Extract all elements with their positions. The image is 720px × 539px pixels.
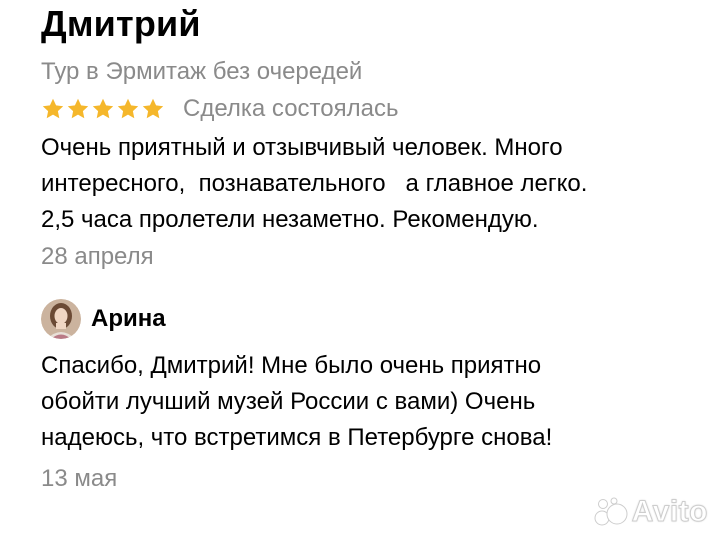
avatar[interactable]: [41, 299, 81, 339]
review-date: 28 апреля: [41, 243, 154, 270]
review-text: Очень приятный и отзывчивый человек. Мно…: [41, 134, 588, 233]
avito-logo-icon: [594, 497, 628, 526]
reply-header: Арина: [41, 296, 166, 342]
star-icon: [117, 98, 139, 119]
reply-author-name[interactable]: Арина: [91, 303, 166, 335]
rating-row: Сделка состоялась: [41, 92, 398, 126]
review-author-name[interactable]: Дмитрий: [41, 2, 201, 46]
reply-text: Спасибо, Дмитрий! Мне было очень приятно…: [41, 352, 553, 451]
watermark-text: Avito: [631, 495, 708, 529]
review-item-title[interactable]: Тур в Эрмитаж без очередей: [41, 56, 362, 88]
avito-watermark: Avito: [594, 495, 708, 529]
star-icon: [142, 98, 164, 119]
star-icon: [92, 98, 114, 119]
review-card: Дмитрий Тур в Эрмитаж без очередей Сделк…: [0, 0, 720, 539]
deal-status: Сделка состоялась: [183, 95, 399, 122]
reply-date: 13 мая: [41, 465, 118, 492]
star-icon: [67, 98, 89, 119]
star-icon: [42, 98, 64, 119]
rating-stars: [41, 97, 165, 121]
